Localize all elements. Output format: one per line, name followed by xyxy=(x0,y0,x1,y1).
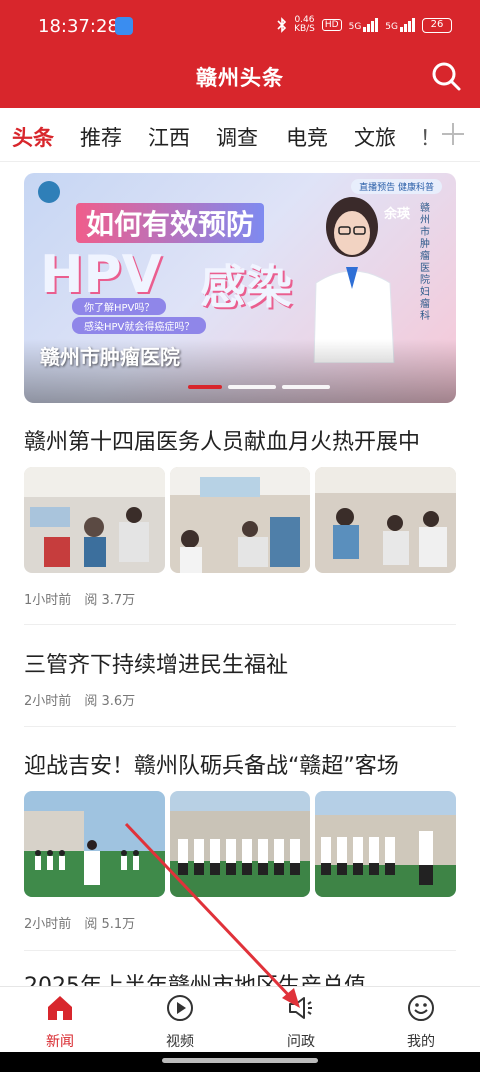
news-reads: 阅 3.7万 xyxy=(84,593,136,608)
signal-5g-2-label: 5G xyxy=(385,22,398,32)
tab-mine-label: 我的 xyxy=(407,1034,435,1050)
news-item[interactable]: 迎战吉安！赣州队砺兵备战“赣超”客场 xyxy=(24,748,456,780)
battery-icon: 26 xyxy=(422,17,452,33)
news-meta: 1小时前 阅 3.7万 xyxy=(24,589,456,608)
carousel-dot xyxy=(188,385,222,389)
carousel-dot xyxy=(228,385,276,389)
news-item[interactable]: 三管齐下持续增进民生福祉 xyxy=(24,647,456,679)
tab-video[interactable]: 视频 xyxy=(140,993,220,1051)
bottom-tab-bar: 新闻 视频 问政 我的 xyxy=(0,986,480,1052)
tab-recommend[interactable]: 推荐 xyxy=(80,122,122,152)
signal-5g-1-label: 5G xyxy=(348,22,362,32)
tab-news-label: 新闻 xyxy=(46,1034,74,1050)
divider xyxy=(24,624,456,625)
news-thumbnail[interactable] xyxy=(24,791,165,897)
net-speed-unit: KB/S xyxy=(294,24,315,34)
tab-politics[interactable]: 问政 xyxy=(261,993,341,1051)
tab-survey[interactable]: 调查 xyxy=(216,122,258,152)
banner-big-text-right: 感染 xyxy=(200,260,292,314)
banner-caption: 赣州市肿瘤医院 xyxy=(40,345,180,369)
news-time: 1小时前 xyxy=(24,593,72,608)
news-title[interactable]: 2025年上半年赣州市地区生产总值 xyxy=(24,968,456,986)
home-icon xyxy=(48,996,72,1020)
signal-bars-icon xyxy=(400,18,415,32)
doctor-name: 余瑛 xyxy=(384,207,411,222)
news-item[interactable]: 赣州第十四届医务人员献血月火热开展中 xyxy=(24,424,456,456)
home-indicator[interactable] xyxy=(162,1058,318,1063)
status-bar: 18:37:28 0.46 KB/S HD 5G 5G 26 xyxy=(0,0,480,52)
channel-tabs: 头条 推荐 江西 调查 电竞 文旅 ！ xyxy=(0,108,480,162)
banner-carousel[interactable]: 直播预告 健康科普 如何有效预防 HPV 感染 你了解HPV吗？ 感染HPV就会… xyxy=(24,173,456,403)
banner-headline: 如何有效预防 xyxy=(76,203,265,243)
hospital-logo xyxy=(38,181,60,203)
news-thumbnail[interactable] xyxy=(169,791,311,897)
news-thumbnail[interactable] xyxy=(169,467,311,573)
news-reads: 阅 3.6万 xyxy=(84,694,136,709)
carousel-indicator xyxy=(188,385,330,389)
tab-culture-travel[interactable]: 文旅 xyxy=(354,122,396,152)
news-images[interactable] xyxy=(24,791,457,897)
news-title[interactable]: 三管齐下持续增进民生福祉 xyxy=(24,647,456,679)
news-thumbnail[interactable] xyxy=(315,791,457,897)
divider xyxy=(24,726,456,727)
news-meta: 2小时前 阅 3.6万 xyxy=(24,690,456,709)
gesture-area xyxy=(0,1052,480,1072)
tab-mine[interactable]: 我的 xyxy=(381,993,461,1051)
carousel-dot xyxy=(282,385,330,389)
news-thumbnail[interactable] xyxy=(24,467,165,573)
bluetooth-icon xyxy=(277,17,287,33)
news-meta: 2小时前 阅 5.1万 xyxy=(24,913,456,932)
net-speed: 0.46 KB/S xyxy=(294,16,315,34)
hd-badge: HD xyxy=(321,19,342,31)
status-icons: 0.46 KB/S HD 5G 5G 26 xyxy=(277,16,452,34)
news-time: 2小时前 xyxy=(24,917,72,932)
signal-5g-1: 5G xyxy=(349,18,379,32)
top-bar: 18:37:28 0.46 KB/S HD 5G 5G 26 赣州头条 xyxy=(0,0,480,108)
tab-video-label: 视频 xyxy=(166,1034,194,1050)
signal-bars-icon xyxy=(363,18,379,32)
news-reads: 阅 5.1万 xyxy=(84,917,136,932)
smile-icon xyxy=(408,995,434,1021)
banner-pill-1: 你了解HPV吗？ xyxy=(72,298,167,315)
banner-tag: 直播预告 健康科普 xyxy=(351,179,442,194)
search-icon[interactable] xyxy=(430,60,462,92)
news-thumbnail[interactable] xyxy=(315,467,457,573)
news-time: 2小时前 xyxy=(24,694,72,709)
news-title[interactable]: 赣州第十四届医务人员献血月火热开展中 xyxy=(24,424,456,456)
banner-pill-2: 感染HPV就会得癌症吗？ xyxy=(72,317,207,334)
megaphone-icon xyxy=(289,997,312,1019)
tab-esports[interactable]: 电竞 xyxy=(286,122,328,152)
news-item[interactable]: 2025年上半年赣州市地区生产总值 xyxy=(24,968,456,986)
divider xyxy=(24,950,456,951)
banner-big-text-left: HPV xyxy=(40,245,162,305)
news-images[interactable] xyxy=(24,467,457,573)
notification-app-icon xyxy=(115,17,133,35)
add-channel-icon[interactable] xyxy=(440,121,466,147)
play-icon xyxy=(167,995,193,1021)
banner-side-text: 赣州市肿瘤医院妇瘤科 xyxy=(420,203,430,322)
tab-jiangxi[interactable]: 江西 xyxy=(148,122,190,152)
status-time: 18:37:28 xyxy=(38,16,119,37)
signal-5g-2: 5G xyxy=(385,18,415,32)
tab-politics-label: 问政 xyxy=(287,1034,315,1050)
tab-headline[interactable]: 头条 xyxy=(12,122,54,152)
tab-news[interactable]: 新闻 xyxy=(20,993,100,1051)
app-title: 赣州头条 xyxy=(196,66,284,90)
news-title[interactable]: 迎战吉安！赣州队砺兵备战“赣超”客场 xyxy=(24,748,456,780)
